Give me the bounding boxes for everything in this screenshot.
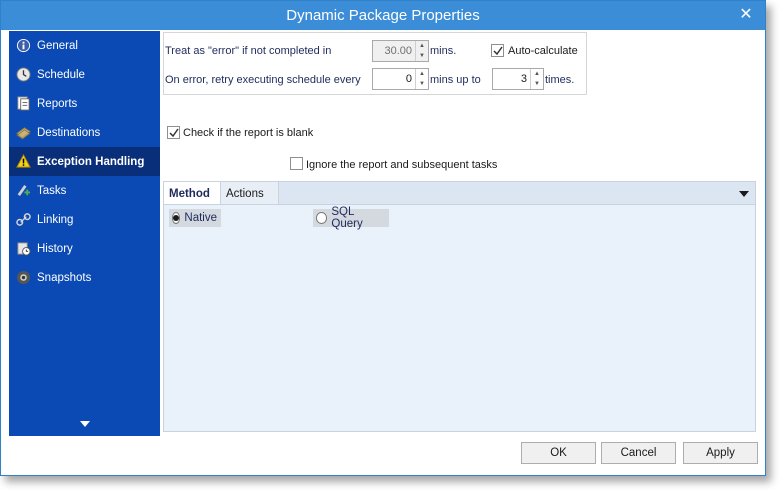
sidebar-item-label: History xyxy=(37,242,73,255)
chevron-down-icon[interactable] xyxy=(79,420,91,428)
spin-down-icon[interactable]: ▼ xyxy=(531,79,543,89)
spin-up-icon[interactable]: ▲ xyxy=(416,69,428,79)
checkmark-icon xyxy=(492,46,503,55)
auto-calculate-checkbox[interactable] xyxy=(491,44,504,57)
check-blank-checkbox[interactable] xyxy=(167,126,180,139)
spin-down-icon[interactable]: ▼ xyxy=(416,79,428,89)
cancel-button[interactable]: Cancel xyxy=(601,442,676,464)
sidebar-item-label: General xyxy=(37,39,78,52)
native-radio-option[interactable]: Native xyxy=(169,209,221,227)
error-timeout-value: 30.00 xyxy=(384,45,412,57)
sidebar-item-label: Schedule xyxy=(37,68,85,81)
timeout-settings-group: Treat as "error" if not completed in 30.… xyxy=(163,32,587,95)
info-icon xyxy=(15,38,31,54)
ok-button-label: OK xyxy=(550,447,567,459)
retry-times-spinner[interactable]: 3 ▲ ▼ xyxy=(492,68,544,90)
retry-label: On error, retry executing schedule every xyxy=(165,74,361,86)
ok-button[interactable]: OK xyxy=(521,442,596,464)
spin-down-icon[interactable]: ▼ xyxy=(416,51,428,61)
apply-button[interactable]: Apply xyxy=(683,442,758,464)
title-bar: Dynamic Package Properties ✕ xyxy=(1,1,765,30)
error-timeout-unit: mins. xyxy=(430,45,457,57)
spin-up-icon[interactable]: ▲ xyxy=(416,41,428,51)
sidebar-item-label: Linking xyxy=(37,213,74,226)
method-panel: Native SQL Query xyxy=(163,204,756,432)
sidebar-item-history[interactable]: History xyxy=(9,234,160,263)
sidebar-item-snapshots[interactable]: Snapshots xyxy=(9,263,160,292)
destinations-icon xyxy=(15,125,31,141)
tab-method[interactable]: Method xyxy=(164,182,221,206)
properties-dialog: Dynamic Package Properties ✕ General Sch… xyxy=(0,0,766,476)
snapshots-icon xyxy=(15,270,31,286)
sidebar-item-destinations[interactable]: Destinations xyxy=(9,118,160,147)
retry-minutes-spinner[interactable]: 0 ▲ ▼ xyxy=(372,68,429,90)
sidebar: General Schedule Reports Destinations Ex… xyxy=(9,31,160,436)
error-timeout-label: Treat as "error" if not completed in xyxy=(165,45,332,57)
sidebar-item-tasks[interactable]: Tasks xyxy=(9,176,160,205)
check-blank-label: Check if the report is blank xyxy=(183,127,314,139)
sql-query-radio-option[interactable]: SQL Query xyxy=(313,206,389,230)
retry-minutes-unit: mins up to xyxy=(430,74,481,86)
sql-query-label: SQL Query xyxy=(331,206,363,230)
method-tabstrip: Method Actions xyxy=(163,181,756,206)
tasks-icon xyxy=(15,183,31,199)
sidebar-item-label: Destinations xyxy=(37,126,101,139)
tab-actions[interactable]: Actions xyxy=(221,182,279,206)
checkmark-icon xyxy=(168,128,179,137)
error-timeout-spinner[interactable]: 30.00 ▲ ▼ xyxy=(372,40,429,62)
sidebar-item-label: Reports xyxy=(37,97,78,110)
warning-icon xyxy=(15,154,31,170)
sidebar-item-schedule[interactable]: Schedule xyxy=(9,60,160,89)
retry-times-value: 3 xyxy=(520,73,527,85)
sidebar-item-label: Tasks xyxy=(37,184,67,197)
sidebar-item-linking[interactable]: Linking xyxy=(9,205,160,234)
tab-method-label: Method xyxy=(169,188,210,200)
sidebar-item-label: Exception Handling xyxy=(37,155,145,168)
ignore-report-label: Ignore the report and subsequent tasks xyxy=(306,159,498,171)
native-radio[interactable] xyxy=(172,212,181,224)
window-title: Dynamic Package Properties xyxy=(286,7,480,24)
spin-up-icon[interactable]: ▲ xyxy=(531,69,543,79)
history-icon xyxy=(15,241,31,257)
auto-calculate-label: Auto-calculate xyxy=(508,45,578,57)
close-icon[interactable]: ✕ xyxy=(735,5,757,25)
retry-minutes-value: 0 xyxy=(405,73,412,85)
clock-icon xyxy=(15,67,31,83)
sidebar-item-exception-handling[interactable]: Exception Handling xyxy=(9,147,160,176)
ignore-report-checkbox[interactable] xyxy=(290,157,303,170)
retry-times-unit: times. xyxy=(545,74,575,86)
dropdown-arrow-icon[interactable] xyxy=(739,191,749,197)
dialog-footer: OK Cancel Apply xyxy=(1,437,765,475)
sql-query-radio[interactable] xyxy=(316,212,328,224)
link-icon xyxy=(15,212,31,228)
sidebar-item-reports[interactable]: Reports xyxy=(9,89,160,118)
sidebar-item-label: Snapshots xyxy=(37,271,92,284)
cancel-button-label: Cancel xyxy=(620,447,657,459)
sidebar-item-general[interactable]: General xyxy=(9,31,160,60)
apply-button-label: Apply xyxy=(706,447,735,459)
report-icon xyxy=(15,96,31,112)
tab-actions-label: Actions xyxy=(226,188,264,200)
native-label: Native xyxy=(184,212,217,224)
